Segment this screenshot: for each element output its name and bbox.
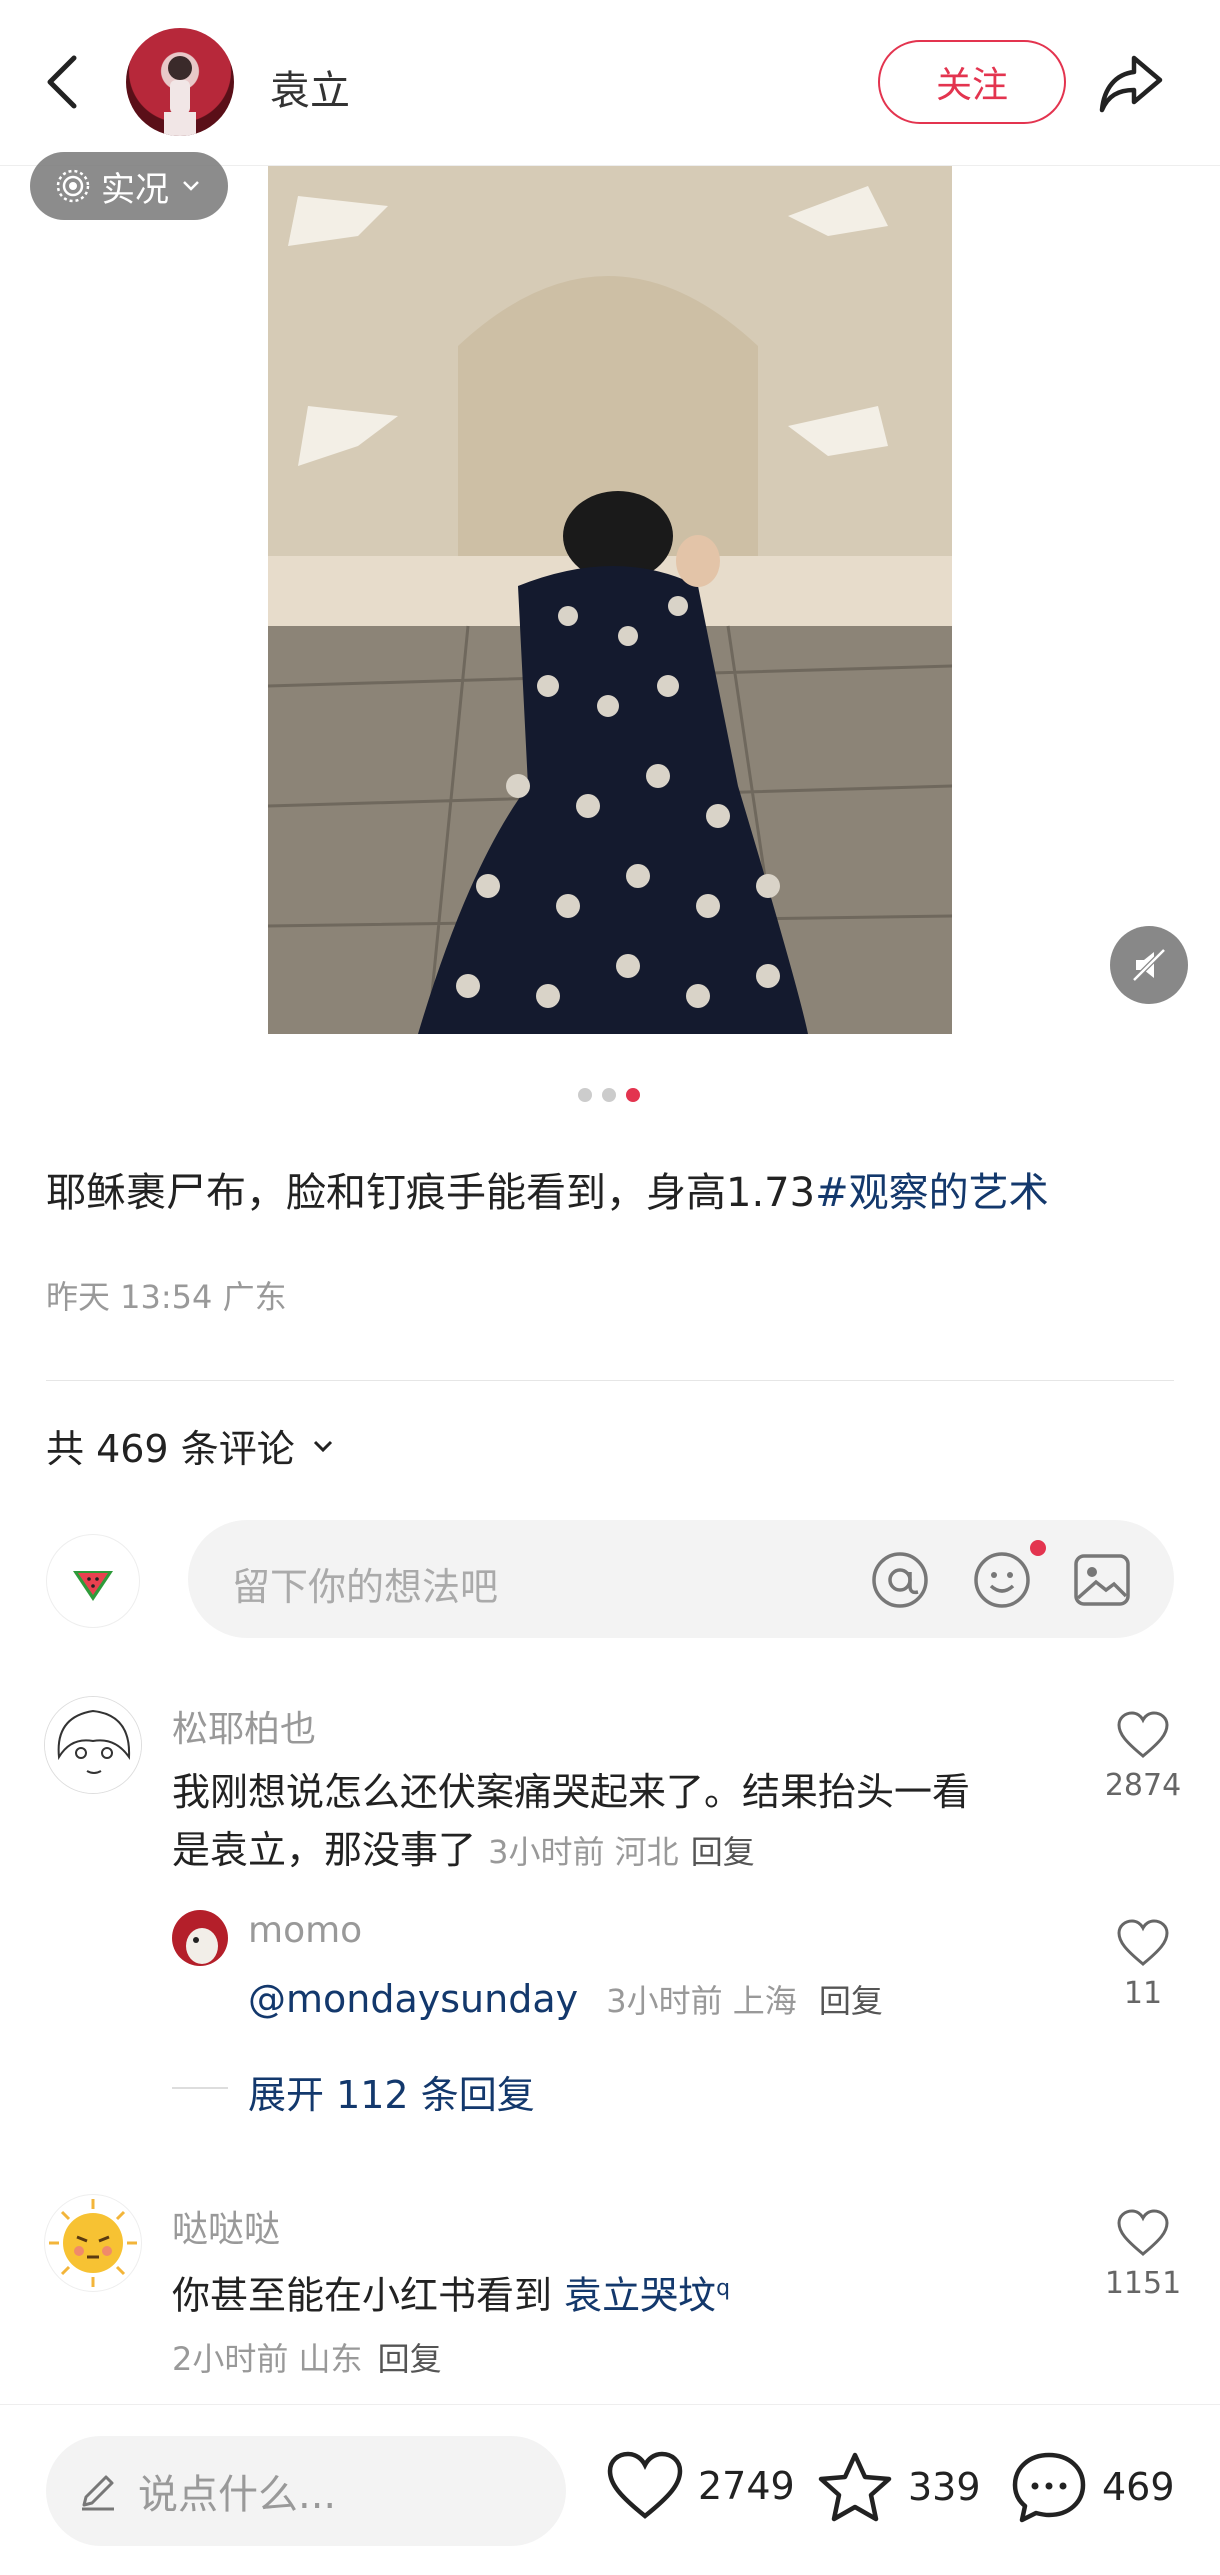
heart-icon bbox=[1117, 1919, 1169, 1966]
collect-post-button[interactable]: 339 bbox=[816, 2450, 981, 2524]
comment-text-body: 你甚至能在小红书看到 bbox=[172, 2273, 565, 2318]
comment-text: 你甚至能在小红书看到 袁立哭坟q bbox=[172, 2260, 730, 2325]
post-photo[interactable] bbox=[268, 166, 952, 1034]
my-avatar bbox=[46, 1534, 140, 1628]
chevron-down-icon bbox=[183, 181, 199, 191]
say-something-input[interactable]: 说点什么... bbox=[46, 2436, 566, 2546]
carousel-indicator bbox=[578, 1088, 640, 1102]
reply-button[interactable]: 回复 bbox=[691, 1833, 755, 1871]
like-count: 11 bbox=[1123, 1976, 1163, 2011]
comment-input[interactable]: 留下你的想法吧 bbox=[188, 1520, 1174, 1638]
like-count: 1151 bbox=[1104, 2266, 1182, 2301]
chevron-down-icon bbox=[313, 1440, 332, 1452]
heart-icon bbox=[1117, 1711, 1169, 1758]
mute-button[interactable] bbox=[1110, 926, 1188, 1004]
watermelon-icon bbox=[73, 1571, 113, 1601]
divider bbox=[46, 1380, 1174, 1381]
comment-count-toggle[interactable]: 共 469 条评论 bbox=[46, 1418, 337, 1473]
reply-like[interactable]: 11 bbox=[1098, 1918, 1188, 2011]
commenter-avatar[interactable] bbox=[44, 1696, 142, 1794]
share-icon[interactable] bbox=[1096, 50, 1166, 116]
caption-hashtag[interactable]: #观察的艺术 bbox=[815, 1170, 1049, 1216]
commenter-name[interactable]: 哒哒哒 bbox=[172, 2200, 280, 2252]
star-icon bbox=[818, 2452, 892, 2522]
say-placeholder: 说点什么... bbox=[138, 2472, 337, 2518]
comment-text-line: 我刚想说怎么还伏案痛哭起来了。结果抬头一看 bbox=[172, 1770, 971, 1814]
live-photo-badge[interactable]: 实况 bbox=[30, 152, 228, 220]
image-icon[interactable] bbox=[1072, 1550, 1132, 1610]
heart-icon bbox=[1117, 2209, 1169, 2256]
comment-search-link[interactable]: 袁立哭坟 bbox=[564, 2274, 716, 2318]
reply-name[interactable]: momo bbox=[248, 1910, 362, 1951]
reply-button[interactable]: 回复 bbox=[378, 2340, 442, 2378]
carousel-dot bbox=[602, 1088, 616, 1102]
expand-divider bbox=[172, 2087, 228, 2089]
search-mini-icon: q bbox=[716, 2276, 731, 2301]
expand-replies-button[interactable]: 展开 112 条回复 bbox=[248, 2064, 535, 2119]
comment-post-button[interactable]: 469 bbox=[1010, 2450, 1175, 2524]
follow-button[interactable]: 关注 bbox=[878, 40, 1066, 124]
comment-input-placeholder: 留下你的想法吧 bbox=[232, 1565, 499, 1609]
heart-icon bbox=[607, 2451, 683, 2519]
post-caption: 耶稣裹尸布，脸和钉痕手能看到，身高1.73#观察的艺术 bbox=[46, 1160, 1049, 1218]
like-post-button[interactable]: 2749 bbox=[606, 2450, 795, 2522]
comment-meta: 3小时前 河北 bbox=[488, 1833, 679, 1871]
comment-bubble-icon bbox=[1012, 2452, 1086, 2523]
post-meta: 昨天 13:54 广东 bbox=[46, 1278, 287, 1316]
emoji-icon[interactable] bbox=[972, 1550, 1032, 1610]
mention-icon[interactable] bbox=[870, 1550, 930, 1610]
commenter-name[interactable]: 松耶柏也 bbox=[172, 1700, 316, 1752]
reply-text-row: @mondaysunday 3小时前 上海 回复 bbox=[248, 1976, 883, 2022]
comment-meta-row: 2小时前 山东 回复 bbox=[172, 2334, 442, 2380]
reply-mention[interactable]: @mondaysunday bbox=[248, 1977, 578, 2021]
reply-meta: 3小时前 上海 bbox=[606, 1982, 797, 2020]
comment-like[interactable]: 2874 bbox=[1098, 1710, 1188, 1803]
comment-count-label: 共 469 条评论 bbox=[46, 1427, 295, 1471]
author-avatar[interactable] bbox=[126, 28, 234, 136]
commenter-avatar[interactable] bbox=[44, 2194, 142, 2292]
reply-avatar[interactable] bbox=[172, 1910, 228, 1966]
pencil-icon bbox=[82, 2475, 114, 2511]
post-comment-count: 469 bbox=[1102, 2465, 1175, 2509]
carousel-dot-active bbox=[626, 1088, 640, 1102]
like-count: 2874 bbox=[1104, 1768, 1182, 1803]
comment-like[interactable]: 1151 bbox=[1098, 2208, 1188, 2301]
reply-button[interactable]: 回复 bbox=[819, 1982, 883, 2020]
post-collect-count: 339 bbox=[908, 2465, 981, 2509]
notification-dot bbox=[1030, 1540, 1046, 1556]
caption-text: 耶稣裹尸布，脸和钉痕手能看到，身高1.73 bbox=[46, 1170, 816, 1216]
comment-meta: 2小时前 山东 bbox=[172, 2340, 363, 2378]
live-icon bbox=[56, 169, 90, 203]
comment-text-line-2: 是袁立，那没事了 3小时前 河北 回复 bbox=[172, 1821, 970, 1881]
post-like-count: 2749 bbox=[698, 2464, 795, 2508]
live-label: 实况 bbox=[101, 169, 169, 210]
carousel-dot bbox=[578, 1088, 592, 1102]
comment-text: 我刚想说怎么还伏案痛哭起来了。结果抬头一看 是袁立，那没事了 3小时前 河北 回… bbox=[172, 1763, 970, 1881]
comment-text-tail: 是袁立，那没事了 bbox=[172, 1828, 477, 1872]
speaker-muted-icon bbox=[1132, 948, 1166, 982]
back-arrow-icon[interactable] bbox=[40, 52, 84, 112]
author-name[interactable]: 袁立 bbox=[270, 58, 350, 116]
